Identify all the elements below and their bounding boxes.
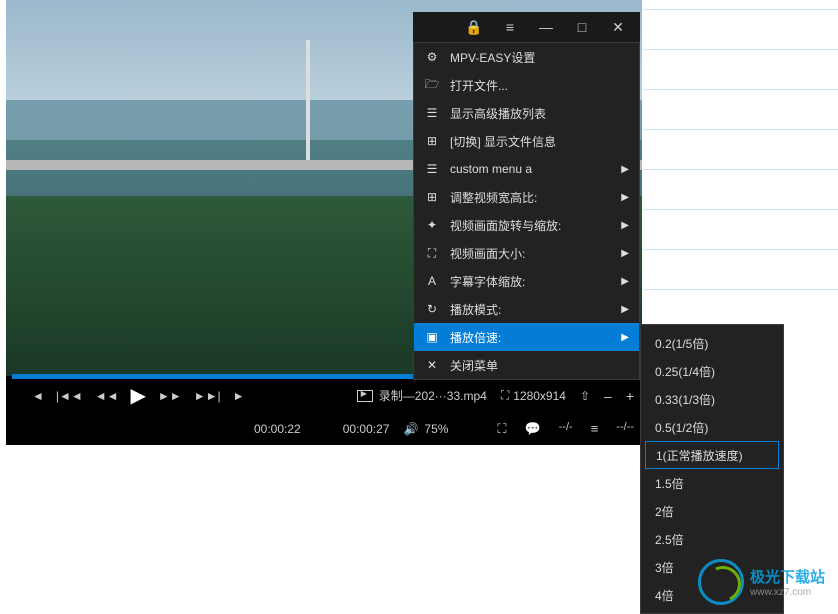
watermark-title: 极光下载站 — [750, 566, 825, 587]
menu-label: MPV-EASY设置 — [450, 49, 535, 66]
window-titlebar: 🔒 ≡ — □ ✕ — [413, 12, 640, 42]
rewind-button[interactable]: ◄◄ — [95, 389, 119, 403]
menu-item-7[interactable]: ⛶ 视频画面大小: ▶ — [414, 239, 639, 267]
chevron-right-icon: ▶ — [621, 192, 629, 203]
chapter-prev-button[interactable]: ◄ — [32, 389, 44, 403]
watermark-logo — [698, 559, 744, 605]
play-button[interactable]: ▶ — [131, 383, 146, 408]
menu-icon: 🗁 — [424, 75, 440, 96]
watermark: 极光下载站 www.xz7.com — [698, 552, 838, 612]
menu-item-5[interactable]: ⊞ 调整视频宽高比: ▶ — [414, 183, 639, 211]
menu-label: 视频画面旋转与缩放: — [450, 217, 561, 234]
minus-button[interactable]: – — [604, 388, 612, 404]
close-button[interactable]: ✕ — [600, 12, 636, 42]
menu-label: 字幕字体缩放: — [450, 273, 525, 290]
menu-label: 显示高级播放列表 — [450, 105, 546, 122]
menu-icon: ↻ — [424, 302, 440, 316]
speed-option-4[interactable]: 1(正常播放速度) — [645, 441, 779, 469]
chapter-next-button[interactable]: ► — [233, 389, 245, 403]
menu-icon: ✕ — [424, 358, 440, 372]
menu-label: 打开文件... — [450, 77, 508, 94]
menu-item-8[interactable]: A 字幕字体缩放: ▶ — [414, 267, 639, 295]
speed-option-7[interactable]: 2.5倍 — [641, 525, 783, 553]
menu-icon: ☰ — [424, 106, 440, 120]
speed-option-3[interactable]: 0.5(1/2倍) — [641, 413, 783, 441]
volume-label: 75% — [424, 422, 448, 436]
pin-icon[interactable]: ⇧ — [580, 389, 590, 403]
hamburger-button[interactable]: ≡ — [492, 12, 528, 42]
menu-icon: ☰ — [424, 162, 440, 176]
plus-button[interactable]: + — [626, 388, 634, 404]
menu-icon: ▣ — [424, 330, 440, 344]
forward-button[interactable]: ►► — [158, 389, 182, 403]
menu-label: 播放模式: — [450, 301, 501, 318]
comment-icon[interactable]: 💬 — [524, 421, 540, 437]
chevron-right-icon: ▶ — [621, 332, 629, 343]
menu-icon: A — [424, 274, 440, 288]
menu-item-3[interactable]: ⊞ [切换] 显示文件信息 — [414, 127, 639, 155]
prev-button[interactable]: |◄◄ — [56, 389, 83, 403]
menu-item-6[interactable]: ✦ 视频画面旋转与缩放: ▶ — [414, 211, 639, 239]
chat-info: --/- — [559, 421, 573, 437]
menu-icon: ⚙ — [424, 50, 440, 64]
menu-label: [切换] 显示文件信息 — [450, 133, 556, 150]
chevron-right-icon: ▶ — [621, 304, 629, 315]
chevron-right-icon: ▶ — [621, 220, 629, 231]
speed-option-5[interactable]: 1.5倍 — [641, 469, 783, 497]
maximize-button[interactable]: □ — [564, 12, 600, 42]
total-time: 00:00:27 — [343, 422, 390, 436]
speed-option-0[interactable]: 0.2(1/5倍) — [641, 329, 783, 357]
next-button[interactable]: ►►| — [194, 389, 221, 403]
watermark-url: www.xz7.com — [750, 587, 825, 598]
volume-icon[interactable]: 🔊 — [403, 422, 418, 436]
file-icon — [357, 390, 373, 402]
menu-item-2[interactable]: ☰ 显示高级播放列表 — [414, 99, 639, 127]
speed-option-2[interactable]: 0.33(1/3倍) — [641, 385, 783, 413]
menu-label: 播放倍速: — [450, 329, 501, 346]
chevron-right-icon: ▶ — [621, 248, 629, 259]
subtitle-icon[interactable]: ≡ — [591, 421, 599, 437]
menu-icon: ⊞ — [424, 134, 440, 148]
menu-icon: ✦ — [424, 218, 440, 232]
chevron-right-icon: ▶ — [621, 276, 629, 287]
menu-icon: ⛶ — [424, 246, 440, 261]
controls-bar: ◄ |◄◄ ◄◄ ▶ ►► ►►| ► 录制—202···33.mp4 ⛶ 12… — [6, 379, 642, 445]
current-time: 00:00:22 — [254, 422, 301, 436]
menu-item-1[interactable]: 🗁 打开文件... — [414, 71, 639, 99]
menu-item-9[interactable]: ↻ 播放模式: ▶ — [414, 295, 639, 323]
menu-label: 关闭菜单 — [450, 357, 498, 374]
menu-item-4[interactable]: ☰ custom menu a ▶ — [414, 155, 639, 183]
subtitle-info: --/-- — [616, 421, 634, 437]
speed-option-1[interactable]: 0.25(1/4倍) — [641, 357, 783, 385]
fullscreen-icon[interactable]: ⛶ — [497, 421, 506, 437]
context-menu: ⚙ MPV-EASY设置 🗁 打开文件... ☰ 显示高级播放列表 ⊞ [切换] 显示文件信息… — [413, 42, 640, 380]
minimize-button[interactable]: — — [528, 12, 564, 42]
speed-option-6[interactable]: 2倍 — [641, 497, 783, 525]
menu-item-0[interactable]: ⚙ MPV-EASY设置 — [414, 43, 639, 71]
expand-icon[interactable]: ⛶ — [501, 388, 509, 403]
menu-label: custom menu a — [450, 162, 532, 176]
menu-item-11[interactable]: ✕ 关闭菜单 — [414, 351, 639, 379]
resolution-label: 1280x914 — [513, 389, 566, 403]
menu-item-10[interactable]: ▣ 播放倍速: ▶ — [414, 323, 639, 351]
menu-label: 调整视频宽高比: — [450, 189, 537, 206]
filename-label: 录制—202···33.mp4 — [379, 387, 487, 404]
chevron-right-icon: ▶ — [621, 164, 629, 175]
menu-label: 视频画面大小: — [450, 245, 525, 262]
lock-button[interactable]: 🔒 — [456, 12, 492, 42]
menu-icon: ⊞ — [424, 190, 440, 204]
